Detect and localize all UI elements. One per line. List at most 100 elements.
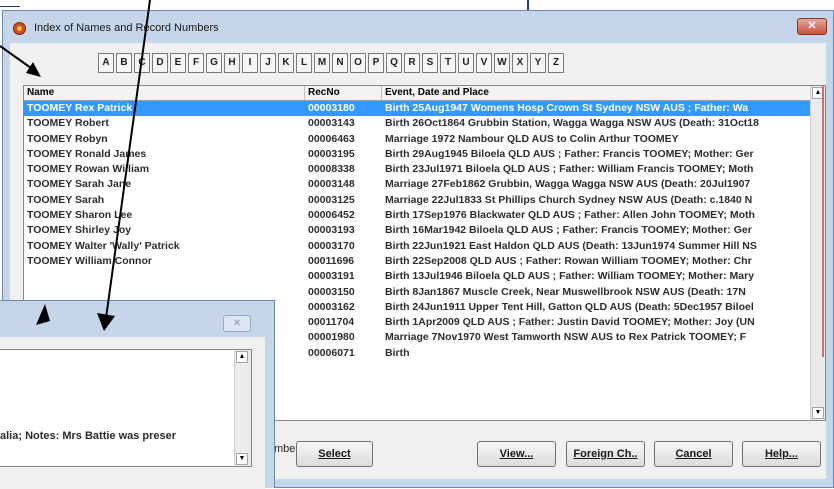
notes-scrollbar[interactable]: ▲ ▼ <box>234 350 251 466</box>
app-icon <box>13 22 26 35</box>
letter-button-k[interactable]: K <box>278 53 294 73</box>
letter-button-b[interactable]: B <box>116 53 132 73</box>
letter-button-m[interactable]: M <box>314 53 330 73</box>
letter-button-u[interactable]: U <box>458 53 474 73</box>
name-cell: TOOMEY Robert <box>27 117 109 130</box>
help-button[interactable]: Help... <box>742 441 821 467</box>
event-cell: Marriage 1972 Nambour QLD AUS to Colin A… <box>385 132 679 145</box>
table-row[interactable]: TOOMEY Shirley Joy 00003193 Birth 16Mar194… <box>24 223 811 238</box>
table-row[interactable]: TOOMEY Robyn 00006463 Marriage 1972 Nambou… <box>24 132 811 147</box>
event-cell: Birth 25Aug1947 Womens Hosp Crown St Syd… <box>385 102 749 114</box>
letter-button-x[interactable]: X <box>512 53 528 73</box>
table-row[interactable]: TOOMEY Sharon Lee 00006452 Birth 17Sep1976… <box>24 208 811 223</box>
name-cell: TOOMEY Sharon Lee <box>27 209 133 222</box>
letter-button-c[interactable]: C <box>134 53 150 73</box>
list-header: Name RecNo Event, Date and Place <box>24 86 811 101</box>
name-cell: TOOMEY Robyn <box>27 132 108 145</box>
foreign-characters-button[interactable]: Foreign Ch.. <box>566 441 645 467</box>
recno-cell: 00003150 <box>308 285 355 298</box>
table-row[interactable]: TOOMEY Sarah 00003125 Marriage 22Jul1833 S… <box>24 193 811 208</box>
table-row[interactable]: TOOMEY Walter 'Wally' Patrick 00003170 Bir… <box>24 239 811 254</box>
scroll-down-icon[interactable]: ▼ <box>236 453 248 465</box>
table-row[interactable]: TOOMEY Ronald James 00003195 Birth 29Aug19… <box>24 147 811 162</box>
letter-button-i[interactable]: I <box>242 53 258 73</box>
scroll-down-icon[interactable]: ▼ <box>812 407 824 419</box>
table-row[interactable]: TOOMEY Rowan William 00008338 Birth 23Jul1… <box>24 162 811 177</box>
recno-cell: 00003125 <box>308 193 355 206</box>
recno-cell: 00003148 <box>308 178 355 191</box>
name-cell: TOOMEY Rex Patrick <box>27 102 133 114</box>
event-cell: Birth 17Sep1976 Blackwater QLD AUS ; Fat… <box>385 209 755 222</box>
event-cell: Marriage 7Nov1970 West Tamworth NSW AUS … <box>385 331 747 344</box>
letter-button-h[interactable]: H <box>224 53 240 73</box>
background-line <box>527 0 529 10</box>
event-cell: Birth 29Aug1945 Biloela QLD AUS ; Father… <box>385 147 754 160</box>
recno-cell: 00003170 <box>308 239 355 252</box>
name-cell: TOOMEY Walter 'Wally' Patrick <box>27 239 180 252</box>
view-button[interactable]: View... <box>477 441 556 467</box>
event-cell: Birth 22Jun1921 East Haldon QLD AUS (Dea… <box>385 239 757 252</box>
letter-button-d[interactable]: D <box>152 53 168 73</box>
letter-button-j[interactable]: J <box>260 53 276 73</box>
letter-button-y[interactable]: Y <box>530 53 546 73</box>
cancel-button[interactable]: Cancel <box>654 441 733 467</box>
alphabet-bar: ABCDEFGHIJKLMNOPQRSTUVWXYZ <box>98 53 566 73</box>
table-row[interactable]: TOOMEY Robert 00003143 Birth 26Oct1864 Gru… <box>24 116 811 131</box>
letter-button-o[interactable]: O <box>350 53 366 73</box>
column-header-recno[interactable]: RecNo <box>305 86 382 100</box>
letter-button-t[interactable]: T <box>440 53 456 73</box>
column-header-event[interactable]: Event, Date and Place <box>382 86 813 100</box>
event-cell: Birth 8Jan1867 Muscle Creek, Near Muswel… <box>385 285 746 298</box>
recno-cell: 00006452 <box>308 209 355 222</box>
name-cell: TOOMEY William Connor <box>27 254 152 267</box>
letter-button-a[interactable]: A <box>98 53 114 73</box>
event-cell: Marriage 27Feb1862 Grubbin, Wagga Wagga … <box>385 178 751 191</box>
event-cell: Birth 1Apr2009 QLD AUS ; Father: Justin … <box>385 316 755 329</box>
letter-button-n[interactable]: N <box>332 53 348 73</box>
letter-button-s[interactable]: S <box>422 53 438 73</box>
letter-button-r[interactable]: R <box>404 53 420 73</box>
recno-cell: 00011696 <box>308 254 355 267</box>
letter-button-v[interactable]: V <box>476 53 492 73</box>
table-row[interactable]: 00003191 Birth 13Jul1946 Biloela QLD AUS … <box>24 269 811 284</box>
window-title: Index of Names and Record Numbers <box>34 22 219 34</box>
recno-cell: 00001980 <box>308 331 355 344</box>
event-cell: Birth 26Oct1864 Grubbin Station, Wagga W… <box>385 117 759 130</box>
recno-cell: 00008338 <box>308 163 355 176</box>
recno-cell: 00003180 <box>308 102 355 114</box>
recno-cell: 00006071 <box>308 346 355 359</box>
letter-button-l[interactable]: L <box>296 53 312 73</box>
table-row[interactable]: TOOMEY William Connor 00011696 Birth 22Sep… <box>24 254 811 269</box>
event-cell: Marriage 22Jul1833 St Phillips Church Sy… <box>385 193 753 206</box>
close-button[interactable]: ✕ <box>797 18 827 35</box>
letter-button-e[interactable]: E <box>170 53 186 73</box>
letter-button-g[interactable]: G <box>206 53 222 73</box>
event-cell: Birth 16Mar1942 Biloela QLD AUS ; Father… <box>385 224 752 237</box>
name-cell: TOOMEY Rowan William <box>27 163 150 176</box>
event-cell: Birth 13Jul1946 Biloela QLD AUS ; Father… <box>385 270 755 283</box>
notes-memo[interactable]: alia; Notes: Mrs Battie was preser ▲ ▼ <box>0 349 252 467</box>
name-cell: TOOMEY Sarah Jane <box>27 178 132 191</box>
notes-close-button[interactable]: ✕ <box>223 315 251 332</box>
recno-cell: 00003143 <box>308 117 355 130</box>
event-cell: Birth 24Jun1911 Upper Tent Hill, Gatton … <box>385 300 754 313</box>
table-row[interactable]: TOOMEY Sarah Jane 00003148 Marriage 27Feb1… <box>24 177 811 192</box>
event-cell: Birth 22Sep2008 QLD AUS ; Father: Rowan … <box>385 254 752 267</box>
table-row[interactable]: 00003150 Birth 8Jan1867 Muscle Creek, Nea… <box>24 285 811 300</box>
name-cell: TOOMEY Shirley Joy <box>27 224 132 237</box>
letter-button-p[interactable]: P <box>368 53 384 73</box>
table-row[interactable]: TOOMEY Rex Patrick 00003180 Birth 25Aug194… <box>24 101 811 117</box>
letter-button-q[interactable]: Q <box>386 53 402 73</box>
select-button[interactable]: Select <box>296 441 373 467</box>
name-cell: TOOMEY Sarah <box>27 193 105 206</box>
letter-button-f[interactable]: F <box>188 53 204 73</box>
letter-button-w[interactable]: W <box>494 53 510 73</box>
notes-dialog: ✕ alia; Notes: Mrs Battie was preser ▲ ▼ <box>0 300 275 489</box>
letter-button-z[interactable]: Z <box>548 53 564 73</box>
recno-cell: 00006463 <box>308 132 355 145</box>
recno-cell: 00003191 <box>308 270 355 283</box>
background-line <box>0 6 20 7</box>
column-header-name[interactable]: Name <box>24 86 305 100</box>
title-bar[interactable]: Index of Names and Record Numbers ✕ <box>3 11 833 43</box>
scroll-up-icon[interactable]: ▲ <box>236 351 248 363</box>
